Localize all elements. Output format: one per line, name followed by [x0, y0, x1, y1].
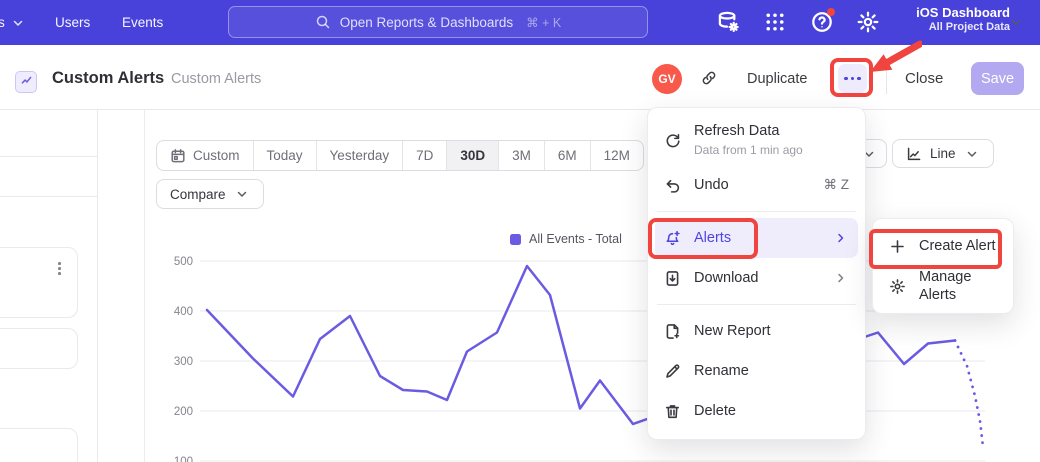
legend-swatch [510, 234, 521, 245]
y-axis-tick-label: 500 [174, 256, 193, 268]
range-30d[interactable]: 30D [446, 141, 498, 170]
save-button[interactable]: Save [971, 62, 1024, 95]
download-icon [664, 270, 681, 287]
chart-legend[interactable]: All Events - Total [510, 232, 622, 246]
menu-item-undo[interactable]: Undo ⌘ Z [655, 165, 858, 205]
search-shortcut: ⌘ + K [526, 15, 561, 30]
help-icon[interactable] [810, 10, 834, 34]
search-label: Open Reports & Dashboards [340, 15, 513, 30]
range-7d[interactable]: 7D [402, 141, 446, 170]
range-today[interactable]: Today [253, 141, 316, 170]
nav-item-truncated[interactable]: s [0, 0, 26, 45]
chevron-down-icon [234, 186, 250, 202]
page-title: Custom Alerts [52, 69, 164, 88]
menu-item-label: Download [694, 269, 759, 287]
legend-label: All Events - Total [529, 232, 622, 246]
apps-grid-icon[interactable] [763, 10, 787, 34]
range-6m[interactable]: 6M [544, 141, 590, 170]
menu-item-alerts[interactable]: Alerts [655, 218, 858, 258]
menu-item-label: Create Alert [919, 237, 996, 255]
chevron-right-icon [833, 230, 849, 246]
project-name: iOS Dashboard [916, 5, 1010, 21]
data-management-icon[interactable] [716, 10, 740, 34]
project-switcher[interactable]: iOS Dashboard All Project Data [916, 5, 1010, 35]
more-options-button[interactable] [838, 64, 867, 93]
top-navbar: s Users Events Open Reports & Dashboards… [0, 0, 1040, 45]
menu-item-new-report[interactable]: New Report [655, 311, 858, 351]
nav-item-users[interactable]: Users [55, 0, 90, 45]
menu-item-label: New Report [694, 322, 771, 340]
range-3m[interactable]: 3M [498, 141, 544, 170]
bell-plus-icon [664, 230, 681, 247]
kebab-menu-icon[interactable] [58, 262, 61, 275]
mixpanel-report-editor: 500 400 300 200 100 All Events - Total Custo… [0, 0, 1040, 462]
refresh-icon [664, 132, 681, 149]
sidebar-card[interactable] [0, 247, 78, 318]
menu-item-label: Undo [694, 176, 729, 194]
sidebar-divider [97, 110, 98, 462]
series-line-dotted-incomplete [955, 341, 983, 448]
more-options-menu: Refresh Data Data from 1 min ago Undo ⌘ Z Al… [647, 107, 866, 440]
chevron-right-icon [833, 270, 849, 286]
copy-link-icon[interactable] [701, 70, 721, 90]
alerts-submenu: Create Alert Manage Alerts [872, 218, 1014, 314]
shortcut-hint: ⌘ Z [824, 177, 850, 193]
menu-item-download[interactable]: Download [655, 258, 858, 298]
chart-card-left-border [144, 110, 145, 462]
menu-item-label: Delete [694, 402, 736, 420]
chevron-down-icon [1008, 14, 1024, 30]
menu-item-label: Refresh Data [694, 122, 803, 140]
menu-item-rename[interactable]: Rename [655, 351, 858, 391]
range-yesterday[interactable]: Yesterday [316, 141, 403, 170]
sidebar-row-divider [0, 196, 97, 197]
calendar-icon [170, 148, 186, 164]
chart-type-button[interactable]: Line [892, 139, 994, 168]
close-button[interactable]: Close [905, 70, 943, 87]
range-12m[interactable]: 12M [590, 141, 643, 170]
compare-label: Compare [170, 187, 226, 202]
menu-item-label: Rename [694, 362, 749, 380]
duplicate-button[interactable]: Duplicate [747, 71, 807, 87]
range-custom[interactable]: Custom [157, 141, 253, 170]
global-search[interactable]: Open Reports & Dashboards ⌘ + K [228, 6, 648, 38]
report-icon [15, 71, 37, 93]
menu-item-label: Manage Alerts [919, 268, 997, 304]
header-divider [886, 62, 887, 94]
pencil-icon [664, 363, 681, 380]
menu-item-label: Alerts [694, 229, 731, 247]
y-axis-tick-label: 200 [174, 406, 193, 418]
chart-type-label: Line [930, 146, 956, 161]
chevron-down-icon [964, 146, 980, 162]
gear-icon [889, 278, 906, 295]
line-chart-icon [906, 146, 922, 162]
sidebar-card[interactable] [0, 328, 78, 369]
notification-badge [827, 8, 835, 16]
undo-icon [664, 177, 681, 194]
new-report-icon [664, 323, 681, 340]
nav-item-events[interactable]: Events [122, 0, 163, 45]
y-axis-tick-label: 300 [174, 356, 193, 368]
report-header: Custom Alerts Custom Alerts GV Duplicate… [0, 45, 1040, 110]
compare-button[interactable]: Compare [156, 179, 264, 209]
menu-divider [657, 304, 856, 305]
menu-item-manage-alerts[interactable]: Manage Alerts [880, 266, 1006, 306]
gear-icon[interactable] [856, 10, 880, 34]
sidebar-card[interactable] [0, 428, 78, 462]
avatar[interactable]: GV [652, 64, 682, 94]
breadcrumb: Custom Alerts [171, 71, 261, 87]
trash-icon [664, 403, 681, 420]
search-icon [315, 14, 331, 30]
sidebar-row-divider [0, 156, 97, 157]
project-subtitle: All Project Data [916, 21, 1010, 35]
menu-item-refresh[interactable]: Refresh Data Data from 1 min ago [655, 115, 858, 165]
chevron-down-icon [10, 15, 26, 31]
date-range-control: CustomTodayYesterday7D30D3M6M12M [156, 140, 644, 171]
y-axis-tick-label: 100 [174, 456, 193, 462]
menu-item-create-alert[interactable]: Create Alert [880, 226, 1006, 266]
plus-icon [889, 238, 906, 255]
menu-item-sublabel: Data from 1 min ago [694, 143, 803, 158]
menu-divider [657, 211, 856, 212]
menu-item-delete[interactable]: Delete [655, 391, 858, 431]
y-axis-tick-label: 400 [174, 306, 193, 318]
